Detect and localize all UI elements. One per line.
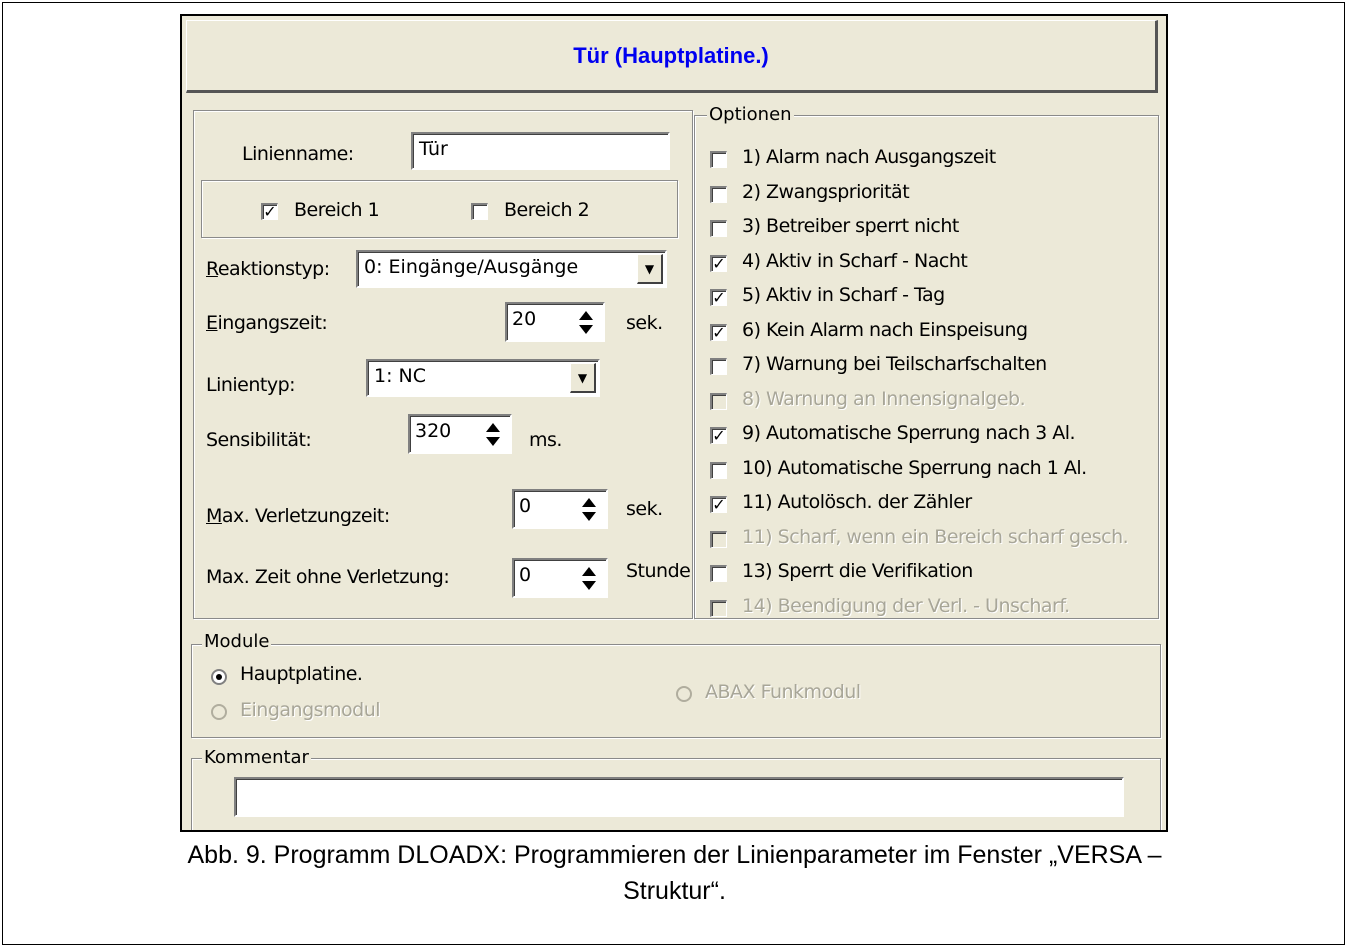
max-violation-time-label: Max. Verletzungzeit: xyxy=(206,505,390,527)
option-checkbox[interactable]: ✓ xyxy=(710,289,727,306)
zone-name-input[interactable]: Tür xyxy=(411,132,670,170)
option-label: 5) Aktiv in Scharf - Tag xyxy=(742,284,945,306)
dialog-title-bar: Tür (Hauptplatine.) xyxy=(186,20,1158,93)
option-label: 13) Sperrt die Verifikation xyxy=(742,560,973,582)
option-checkbox[interactable] xyxy=(710,565,727,582)
spin-arrows-icon[interactable] xyxy=(482,421,506,448)
reaction-type-value: 0: Eingänge/Ausgänge xyxy=(364,256,579,278)
option-checkbox[interactable] xyxy=(710,151,727,168)
option-checkbox[interactable] xyxy=(710,220,727,237)
figure-caption-line1: Abb. 9. Programm DLOADX: Programmieren d… xyxy=(187,841,1162,869)
option-checkbox[interactable] xyxy=(710,358,727,375)
module-main-radio[interactable] xyxy=(211,669,227,685)
option-label: 4) Aktiv in Scharf - Nacht xyxy=(742,250,968,272)
option-label: 9) Automatische Sperrung nach 3 Al. xyxy=(742,422,1076,444)
module-input-radio[interactable] xyxy=(211,704,227,720)
option-label: 11) Autolösch. der Zähler xyxy=(742,491,972,513)
reaction-type-label: Reaktionstyp: xyxy=(206,258,330,280)
max-time-without-violation-value: 0 xyxy=(519,564,532,586)
comment-input[interactable] xyxy=(234,777,1124,817)
module-abax-label: ABAX Funkmodul xyxy=(705,681,861,703)
spin-arrows-icon[interactable] xyxy=(578,565,602,592)
area1-checkbox[interactable]: ✓ xyxy=(261,203,278,220)
entry-delay-spinner[interactable]: 20 xyxy=(505,302,605,342)
max-time-without-violation-unit: Stunde xyxy=(626,560,691,582)
module-abax-radio[interactable] xyxy=(676,686,692,702)
line-type-select[interactable]: 1: NC ▼ xyxy=(366,359,600,397)
max-violation-time-unit: sek. xyxy=(626,498,663,520)
area2-checkbox[interactable] xyxy=(471,203,488,220)
module-input-label: Eingangsmodul xyxy=(240,699,381,721)
max-time-without-violation-spinner[interactable]: 0 xyxy=(512,558,608,598)
sensitivity-spinner[interactable]: 320 xyxy=(408,414,512,454)
option-label: 8) Warnung an Innensignalgeb. xyxy=(742,388,1026,410)
sensitivity-label: Sensibilität: xyxy=(206,429,312,451)
figure-caption-line2: Struktur“. xyxy=(623,877,726,905)
dialog-title: Tür (Hauptplatine.) xyxy=(573,42,769,68)
option-checkbox[interactable]: ✓ xyxy=(710,427,727,444)
option-checkbox[interactable] xyxy=(710,531,727,548)
zone-dialog: Tür (Hauptplatine.) Linienname: Tür ✓ Be… xyxy=(180,14,1168,832)
spin-arrows-icon[interactable] xyxy=(578,496,602,523)
sensitivity-value: 320 xyxy=(415,420,452,442)
option-label: 2) Zwangspriorität xyxy=(742,181,910,203)
entry-delay-value: 20 xyxy=(512,308,537,330)
option-label: 3) Betreiber sperrt nicht xyxy=(742,215,959,237)
option-checkbox[interactable] xyxy=(710,393,727,410)
option-checkbox[interactable] xyxy=(710,462,727,479)
module-main-label: Hauptplatine. xyxy=(240,663,363,685)
area1-label: Bereich 1 xyxy=(294,199,380,221)
chevron-down-icon[interactable]: ▼ xyxy=(570,363,596,393)
entry-delay-label: Eingangszeit: xyxy=(206,312,328,334)
zone-name-label: Linienname: xyxy=(242,143,354,165)
option-checkbox[interactable] xyxy=(710,600,727,617)
chevron-down-icon[interactable]: ▼ xyxy=(637,254,663,284)
reaction-type-select[interactable]: 0: Eingänge/Ausgänge ▼ xyxy=(356,250,667,288)
option-label: 14) Beendigung der Verl. - Unscharf. xyxy=(742,595,1070,617)
max-violation-time-spinner[interactable]: 0 xyxy=(512,489,608,529)
option-checkbox[interactable]: ✓ xyxy=(710,255,727,272)
option-checkbox[interactable] xyxy=(710,186,727,203)
option-label: 11) Scharf, wenn ein Bereich scharf gesc… xyxy=(742,526,1129,548)
option-checkbox[interactable]: ✓ xyxy=(710,324,727,341)
line-type-value: 1: NC xyxy=(374,365,427,387)
spin-arrows-icon[interactable] xyxy=(575,309,599,336)
max-time-without-violation-label: Max. Zeit ohne Verletzung: xyxy=(206,566,450,588)
module-legend: Module xyxy=(202,631,272,652)
max-violation-time-value: 0 xyxy=(519,495,532,517)
line-type-label: Linientyp: xyxy=(206,374,296,396)
option-label: 7) Warnung bei Teilscharfschalten xyxy=(742,353,1047,375)
option-label: 10) Automatische Sperrung nach 1 Al. xyxy=(742,457,1087,479)
option-label: 6) Kein Alarm nach Einspeisung xyxy=(742,319,1028,341)
area2-label: Bereich 2 xyxy=(504,199,590,221)
option-label: 1) Alarm nach Ausgangszeit xyxy=(742,146,996,168)
entry-delay-unit: sek. xyxy=(626,312,663,334)
options-legend: Optionen xyxy=(707,104,794,125)
sensitivity-unit: ms. xyxy=(529,429,562,451)
comment-legend: Kommentar xyxy=(202,747,311,768)
option-checkbox[interactable]: ✓ xyxy=(710,496,727,513)
